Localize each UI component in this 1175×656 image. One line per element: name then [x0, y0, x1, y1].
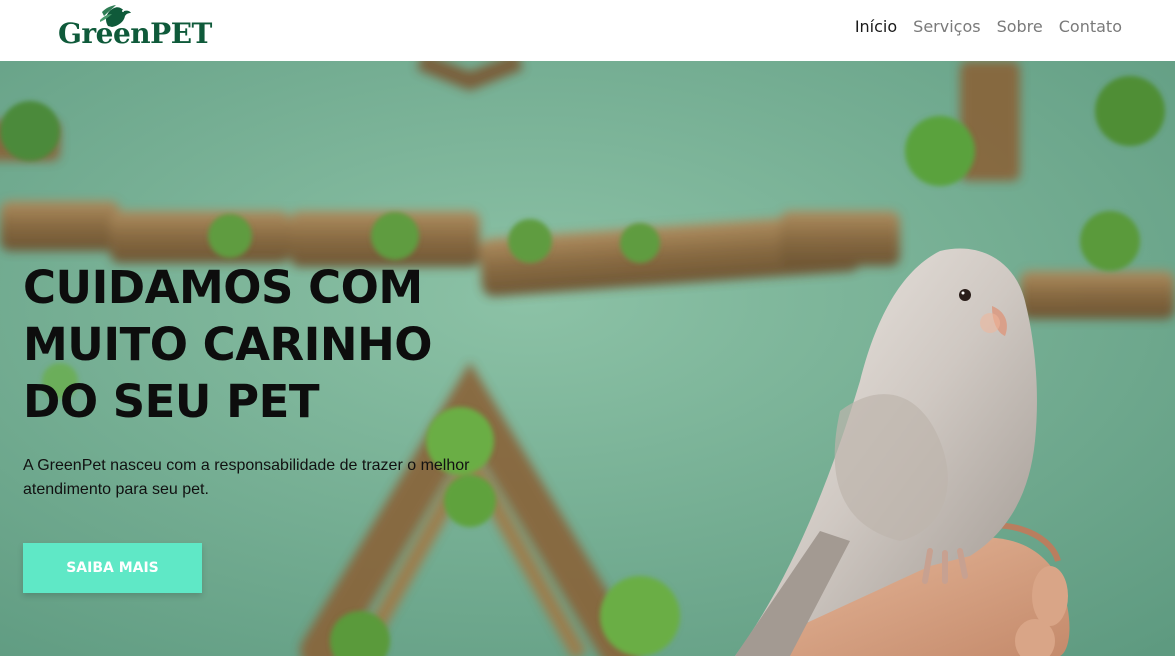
greenpet-logo[interactable]: GreenPET	[56, 2, 212, 56]
hero-section: CUIDAMOS COM MUITO CARINHO DO SEU PET A …	[0, 61, 1175, 656]
hero-headline-line-1: CUIDAMOS COM	[23, 261, 423, 314]
main-nav: Início Serviços Sobre Contato	[855, 17, 1122, 36]
hero-headline-line-2: MUITO CARINHO	[23, 318, 433, 371]
hero-headline-line-3: DO SEU PET	[23, 375, 320, 428]
saiba-mais-button[interactable]: SAIBA MAIS	[23, 543, 202, 593]
nav-sobre[interactable]: Sobre	[997, 17, 1043, 36]
nav-contato[interactable]: Contato	[1059, 17, 1122, 36]
nav-inicio[interactable]: Início	[855, 17, 897, 36]
site-header: GreenPET Início Serviços Sobre Contato	[0, 0, 1175, 61]
hero-description: A GreenPet nasceu com a responsabilidade…	[23, 457, 470, 498]
brand-wordmark: GreenPET	[58, 17, 212, 50]
nav-servicos[interactable]: Serviços	[913, 17, 980, 36]
hero-headline: CUIDAMOS COM MUITO CARINHO DO SEU PET	[23, 259, 543, 430]
